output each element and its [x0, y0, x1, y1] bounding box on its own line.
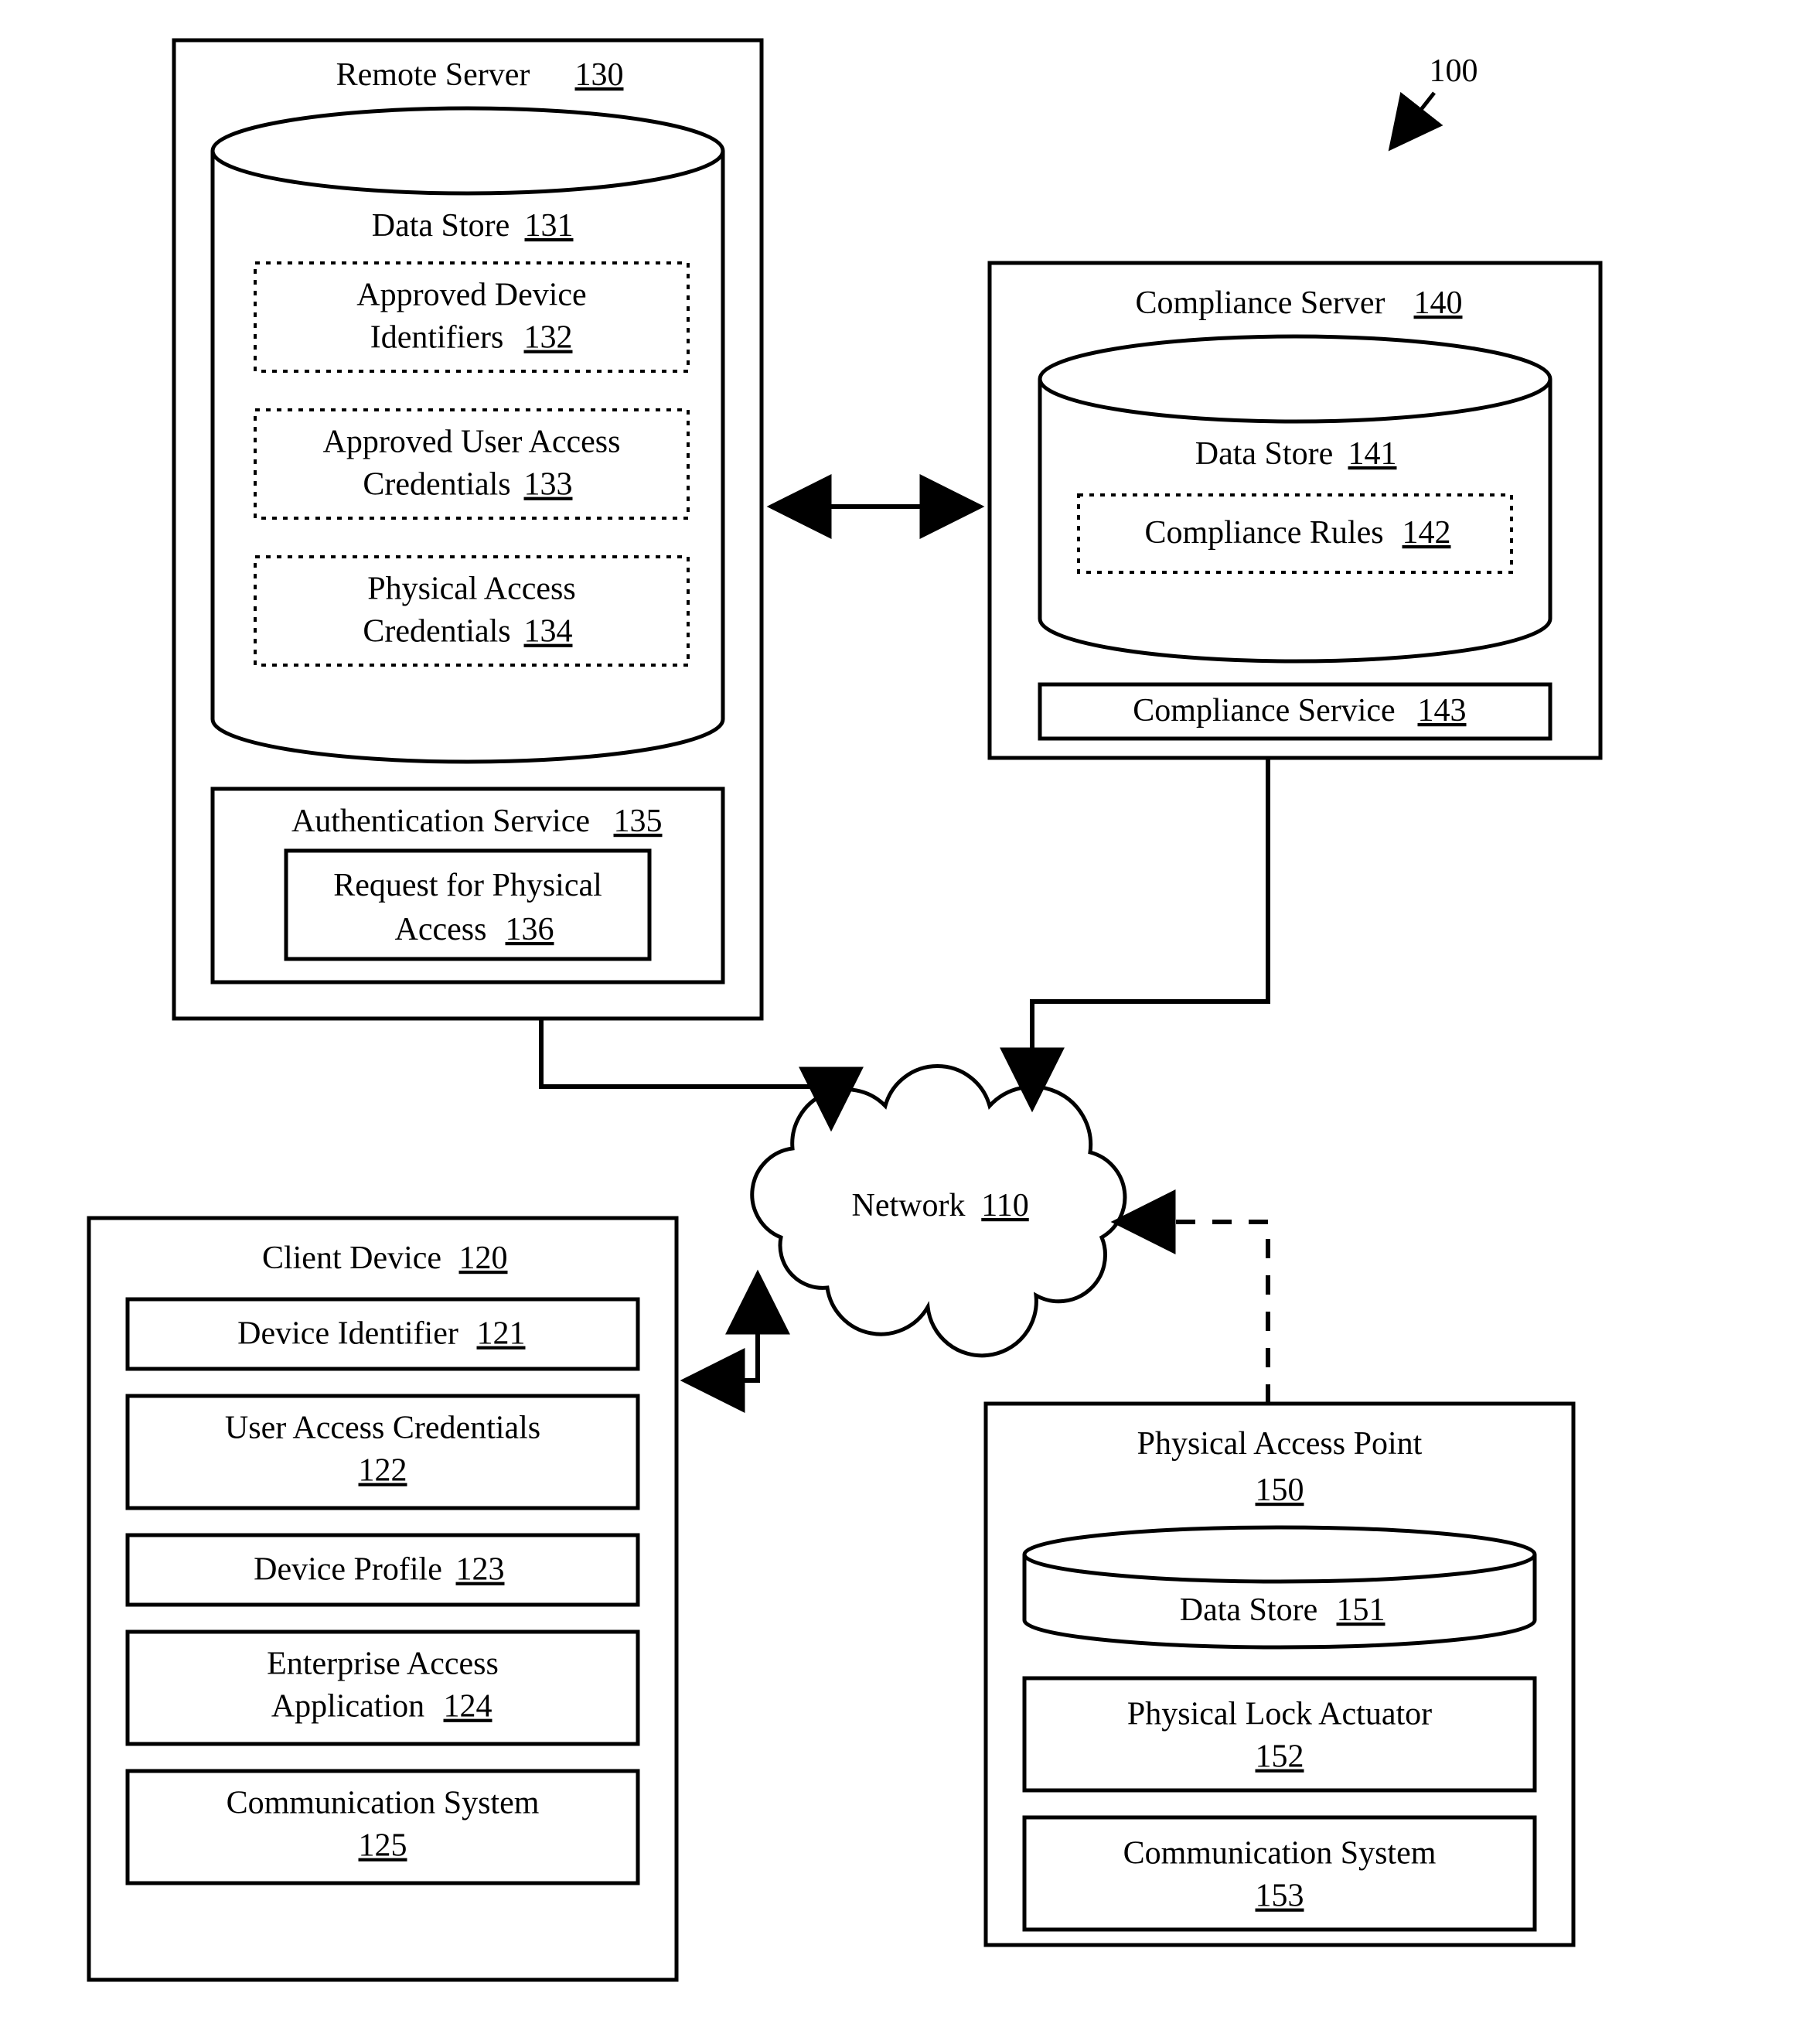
svg-text:Physical Access Point: Physical Access Point [1137, 1426, 1423, 1462]
figure-reference-arrow: 100 [1392, 53, 1478, 147]
svg-text:125: 125 [359, 1828, 407, 1864]
svg-text:Physical Lock Actuator: Physical Lock Actuator [1127, 1697, 1432, 1732]
arrow-client-network [687, 1276, 758, 1380]
svg-text:Client Device: Client Device [262, 1240, 441, 1276]
client-device-box: Client Device 120 Device Identifier 121 Us… [89, 1218, 677, 1980]
client-device-item: Device Profile 123 [128, 1535, 638, 1605]
svg-text:151: 151 [1337, 1592, 1385, 1628]
compliance-server-box: Compliance Server 140 Data Store 141 Com… [990, 263, 1600, 758]
authentication-service-box: Authentication Service 135 Request for P… [213, 789, 723, 982]
svg-text:110: 110 [981, 1188, 1028, 1223]
svg-text:Request for Physical: Request for Physical [333, 868, 602, 903]
client-device-item: Device Identifier 121 [128, 1299, 638, 1369]
svg-text:Network: Network [852, 1188, 966, 1223]
svg-text:122: 122 [359, 1453, 407, 1489]
arrow-remote-network [541, 1019, 831, 1125]
svg-text:Credentials: Credentials [363, 614, 510, 650]
pap-item: Communication System 153 [1024, 1817, 1535, 1930]
physical-access-point-box: Physical Access Point 150 Data Store 151… [986, 1404, 1573, 1945]
data-store-item: Approved User Access Credentials 133 [255, 410, 688, 518]
svg-text:120: 120 [459, 1240, 508, 1276]
svg-text:Physical Access: Physical Access [367, 572, 575, 607]
request-for-physical-access-box: Request for Physical Access 136 [286, 851, 649, 959]
pap-title: Physical Access Point 150 [1137, 1426, 1423, 1508]
svg-text:Data Store: Data Store [372, 208, 510, 244]
pap-data-store-title: Data Store 151 [1180, 1592, 1385, 1628]
svg-text:152: 152 [1256, 1739, 1304, 1775]
arrow-pap-network [1117, 1222, 1268, 1404]
svg-text:Device Identifier: Device Identifier [237, 1316, 458, 1352]
client-device-title: Client Device 120 [262, 1240, 508, 1276]
data-store-item: Approved Device Identifiers 132 [255, 263, 688, 371]
svg-text:Compliance Server: Compliance Server [1135, 285, 1385, 321]
compliance-data-store-cylinder: Data Store 141 Compliance Rules 142 [1040, 336, 1550, 661]
svg-text:133: 133 [524, 467, 573, 503]
svg-text:Compliance Rules: Compliance Rules [1144, 515, 1383, 551]
pap-item: Physical Lock Actuator 152 [1024, 1678, 1535, 1790]
svg-text:100: 100 [1430, 53, 1478, 89]
svg-text:User Access Credentials: User Access Credentials [225, 1411, 540, 1446]
client-device-item: User Access Credentials 122 [128, 1396, 638, 1508]
client-device-item: Enterprise Access Application 124 [128, 1632, 638, 1744]
svg-text:136: 136 [506, 912, 554, 947]
svg-text:124: 124 [444, 1689, 493, 1725]
svg-text:143: 143 [1418, 693, 1467, 729]
svg-text:Communication System: Communication System [1123, 1836, 1437, 1872]
svg-text:141: 141 [1348, 436, 1397, 472]
client-device-item: Communication System 125 [128, 1771, 638, 1883]
svg-text:Access: Access [395, 912, 487, 947]
svg-text:131: 131 [525, 208, 574, 244]
svg-text:Enterprise Access: Enterprise Access [267, 1646, 499, 1682]
authentication-service-title: Authentication Service 135 [291, 804, 663, 839]
svg-text:132: 132 [524, 320, 573, 356]
svg-text:123: 123 [456, 1552, 505, 1588]
remote-data-store-cylinder: Data Store 131 Approved Device Identifier… [213, 108, 723, 762]
svg-text:Device Profile: Device Profile [254, 1552, 442, 1588]
svg-text:Approved Device: Approved Device [356, 278, 586, 313]
remote-server-title: Remote Server 130 [336, 57, 624, 93]
svg-text:142: 142 [1403, 515, 1451, 551]
compliance-rules-box: Compliance Rules 142 [1079, 495, 1512, 572]
svg-text:150: 150 [1256, 1472, 1304, 1508]
remote-server-box: Remote Server 130 Data Store 131 Approve… [174, 40, 762, 1019]
svg-text:140: 140 [1414, 285, 1463, 321]
svg-text:130: 130 [575, 57, 624, 93]
svg-text:Communication System: Communication System [227, 1786, 540, 1821]
svg-text:Approved User Access: Approved User Access [323, 425, 621, 460]
network-title: Network 110 [852, 1188, 1029, 1223]
svg-text:121: 121 [477, 1316, 526, 1352]
arrow-compliance-network [1032, 758, 1268, 1106]
svg-text:Remote Server: Remote Server [336, 57, 530, 93]
svg-text:Application: Application [271, 1689, 424, 1725]
svg-text:Credentials: Credentials [363, 467, 510, 503]
svg-text:135: 135 [614, 804, 663, 839]
svg-text:Compliance Service: Compliance Service [1133, 693, 1395, 729]
svg-text:Identifiers: Identifiers [370, 320, 504, 356]
svg-text:Data Store: Data Store [1195, 436, 1333, 472]
svg-text:134: 134 [524, 614, 573, 650]
svg-text:153: 153 [1256, 1879, 1304, 1914]
compliance-server-title: Compliance Server 140 [1135, 285, 1462, 321]
compliance-service-box: Compliance Service 143 [1040, 684, 1550, 739]
pap-data-store-cylinder: Data Store 151 [1024, 1527, 1535, 1647]
remote-data-store-title: Data Store 131 [372, 208, 574, 244]
svg-text:Data Store: Data Store [1180, 1592, 1317, 1628]
svg-text:Authentication Service: Authentication Service [291, 804, 590, 839]
network-cloud: Network 110 [752, 1066, 1125, 1356]
compliance-data-store-title: Data Store 141 [1195, 436, 1397, 472]
data-store-item: Physical Access Credentials 134 [255, 557, 688, 665]
